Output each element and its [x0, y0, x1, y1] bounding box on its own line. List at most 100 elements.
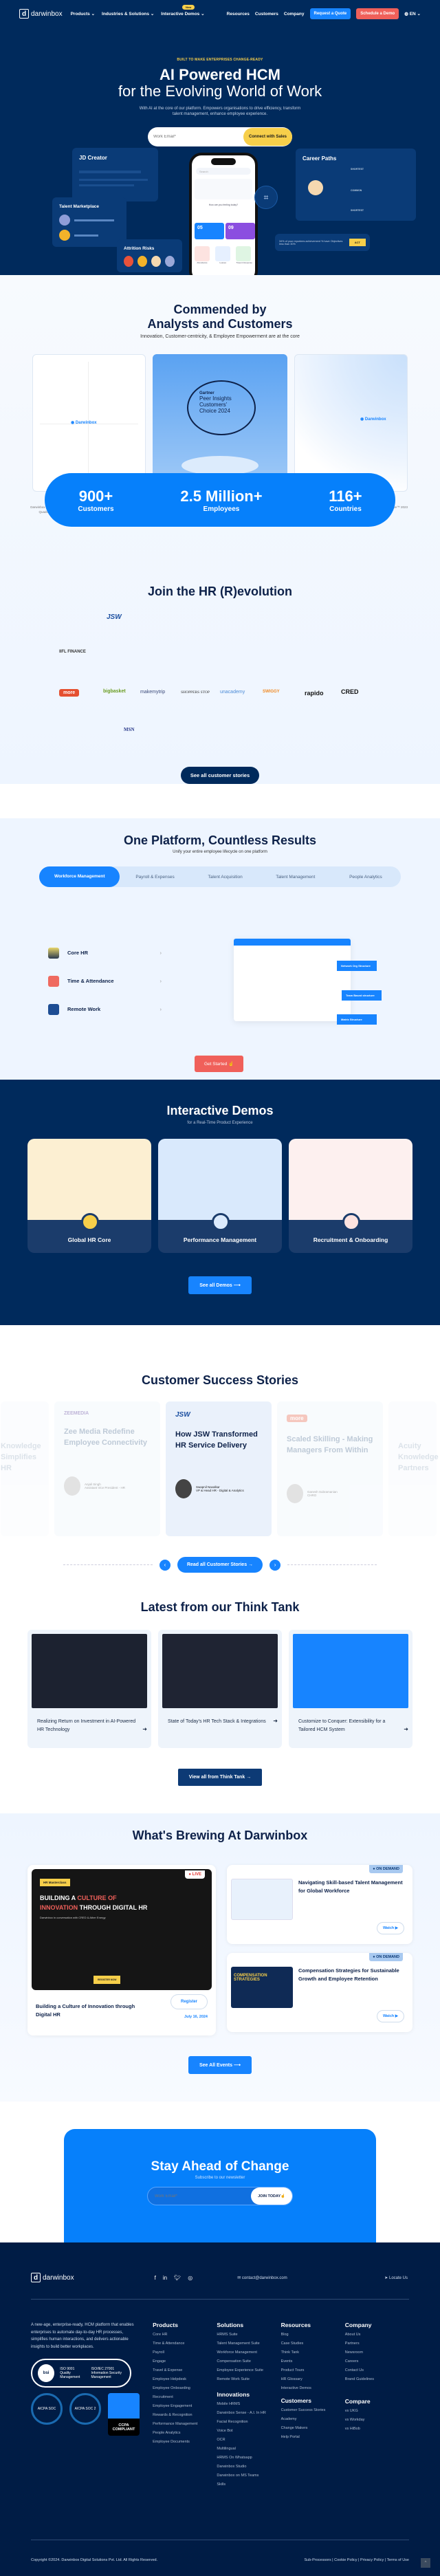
nav-customers[interactable]: Customers: [255, 12, 278, 17]
footer-link[interactable]: About Us: [345, 2333, 409, 2337]
footer-link[interactable]: Travel & Expense: [153, 2368, 217, 2372]
list-item-core-hr[interactable]: Core HR ›: [48, 939, 162, 967]
twitter-icon[interactable]: 🐦︎: [174, 2275, 181, 2281]
story-card-partial[interactable]: Knowledge Simplifies HR: [1, 1401, 49, 1536]
footer-link[interactable]: HR Glossary: [281, 2377, 345, 2381]
demo-card-recruitment-onboarding[interactable]: Recruitment & Onboarding: [289, 1139, 412, 1253]
story-card[interactable]: more Scaled Skilling - Making Managers F…: [277, 1401, 383, 1536]
footer-link[interactable]: Remote Work Suite: [217, 2377, 280, 2381]
nav-industries[interactable]: Industries & Solutions ⌄: [102, 11, 154, 17]
linkedin-icon[interactable]: in: [163, 2275, 167, 2281]
footer-link[interactable]: Customer Success Stories: [281, 2408, 345, 2412]
footer-link[interactable]: Product Tours: [281, 2368, 345, 2372]
footer-link[interactable]: Multilingual: [217, 2447, 280, 2451]
event-card-on-demand[interactable]: ● ON DEMAND COMPENSATION STRATEGIES Comp…: [227, 1953, 412, 2032]
footer-link[interactable]: Brand Guidelines: [345, 2377, 409, 2381]
footer-link[interactable]: Skills: [217, 2482, 280, 2487]
nav-company[interactable]: Company: [284, 12, 305, 17]
footer-link[interactable]: Employee Documents: [153, 2440, 217, 2444]
footer-link[interactable]: Employee Experience Suite: [217, 2368, 280, 2372]
scroll-to-top-button[interactable]: ^: [421, 2558, 430, 2568]
think-card[interactable]: State of Today's HR Tech Stack & Integra…: [158, 1630, 282, 1748]
think-card[interactable]: Realizing Return on Investment in AI-Pow…: [28, 1630, 151, 1748]
tab-workforce-management[interactable]: Workforce Management: [39, 866, 120, 887]
work-email-input[interactable]: [153, 134, 243, 139]
darwinbox-logo[interactable]: d darwinbox: [19, 9, 63, 19]
connect-sales-button[interactable]: Connect with Sales: [243, 127, 292, 146]
story-card-partial[interactable]: Acuity Knowledge Partners: [388, 1401, 439, 1536]
footer-logo[interactable]: d darwinbox: [31, 2273, 74, 2282]
footer-link[interactable]: Core HR: [153, 2333, 217, 2337]
carousel-prev-button[interactable]: ‹: [159, 1559, 170, 1571]
register-button[interactable]: Register: [170, 1994, 208, 2009]
footer-link[interactable]: Performance Management: [153, 2422, 217, 2426]
see-all-events-button[interactable]: See All Events ⟶: [188, 2056, 252, 2074]
see-customer-stories-button[interactable]: See all customer stories: [180, 767, 260, 784]
footer-link[interactable]: Case Studies: [281, 2342, 345, 2346]
footer-link[interactable]: Compensation Suite: [217, 2359, 280, 2364]
story-card[interactable]: ZEEMEDIA Zee Media Redefine Employee Con…: [54, 1401, 160, 1536]
tab-payroll-expenses[interactable]: Payroll & Expenses: [120, 875, 190, 880]
get-started-button[interactable]: Get Started ☝: [195, 1056, 244, 1072]
footer-link[interactable]: Recruitment: [153, 2395, 217, 2399]
footer-link[interactable]: HRMS On Whatsapp: [217, 2456, 280, 2460]
tab-talent-acquisition[interactable]: Talent Acquisition: [190, 875, 261, 880]
footer-link[interactable]: vs UKG: [345, 2409, 409, 2413]
terms-of-use-link[interactable]: Terms of Use: [387, 2558, 409, 2562]
instagram-icon[interactable]: ◎: [188, 2275, 192, 2281]
footer-link[interactable]: Darwinbox Studio: [217, 2465, 280, 2469]
demo-card-performance-management[interactable]: Performance Management: [158, 1139, 282, 1253]
footer-link[interactable]: Events: [281, 2359, 345, 2364]
footer-link[interactable]: Darwinbox on MS Teams: [217, 2474, 280, 2478]
footer-link[interactable]: Newsroom: [345, 2350, 409, 2355]
footer-link[interactable]: Darwinbox Sense - A.I. In HR: [217, 2411, 280, 2415]
footer-link[interactable]: vs HiBob: [345, 2427, 409, 2431]
watch-button[interactable]: Watch ▶: [376, 2010, 404, 2022]
demo-card-global-hr-core[interactable]: Global HR Core: [28, 1139, 151, 1253]
view-think-tank-button[interactable]: View all from Think Tank →: [177, 1769, 263, 1786]
footer-link[interactable]: Facial Recognition: [217, 2420, 280, 2424]
cookie-policy-link[interactable]: Cookie Policy: [334, 2558, 357, 2562]
list-item-remote-work[interactable]: Remote Work ›: [48, 995, 162, 1023]
privacy-policy-link[interactable]: Privacy Policy: [360, 2558, 384, 2562]
footer-link[interactable]: Engage: [153, 2359, 217, 2364]
gartner-magic-quadrant-card[interactable]: ◉ Darwinbox Gartner: [32, 354, 146, 492]
footer-link[interactable]: Contact Us: [345, 2368, 409, 2372]
footer-link[interactable]: Talent Management Suite: [217, 2342, 280, 2346]
footer-link[interactable]: People Analytics: [153, 2431, 217, 2435]
list-item-time-attendance[interactable]: Time & Attendance ›: [48, 967, 162, 995]
tab-talent-management[interactable]: Talent Management: [261, 875, 331, 880]
footer-link[interactable]: Workforce Management: [217, 2350, 280, 2355]
watch-button[interactable]: Watch ▶: [376, 1922, 404, 1934]
nav-interactive-demos[interactable]: Interactive Demos ⌄: [161, 11, 204, 17]
event-card-on-demand[interactable]: ● ON DEMAND Navigating Skill-based Talen…: [227, 1865, 412, 1944]
contact-email-link[interactable]: ✉ contact@darwinbox.com: [237, 2275, 287, 2280]
footer-link[interactable]: Payroll: [153, 2350, 217, 2355]
footer-link[interactable]: OCR: [217, 2438, 280, 2442]
footer-link[interactable]: Interactive Demos: [281, 2386, 345, 2390]
footer-link[interactable]: Change Makers: [281, 2426, 345, 2430]
footer-link[interactable]: Think Tank: [281, 2350, 345, 2355]
footer-link[interactable]: Academy: [281, 2417, 345, 2421]
footer-link[interactable]: Partners: [345, 2342, 409, 2346]
footer-link[interactable]: Mobile HRMS: [217, 2402, 280, 2406]
sub-processors-link[interactable]: Sub-Processors: [305, 2558, 331, 2562]
language-selector[interactable]: ◍ EN ⌄: [404, 11, 421, 17]
nav-resources[interactable]: Resources: [227, 12, 250, 17]
think-card[interactable]: Customize to Conquer: Extensibility for …: [289, 1630, 412, 1748]
footer-link[interactable]: Employee Onboarding: [153, 2386, 217, 2390]
see-all-demos-button[interactable]: See all Demos ⟶: [188, 1276, 252, 1294]
newsletter-email-input[interactable]: [155, 2194, 252, 2198]
forrester-wave-card[interactable]: ◉ Darwinbox FORRESTER: [294, 354, 408, 492]
footer-link[interactable]: Time & Attendance: [153, 2342, 217, 2346]
footer-link[interactable]: HRMS Suite: [217, 2333, 280, 2337]
nav-products[interactable]: Products ⌄: [71, 11, 95, 17]
footer-link[interactable]: Help Portal: [281, 2435, 345, 2439]
event-card-main[interactable]: HR Masterclass ● LIVE BUILDING A CULTURE…: [28, 1865, 216, 2035]
story-card-active[interactable]: JSW How JSW Transformed HR Service Deliv…: [166, 1401, 272, 1536]
footer-link[interactable]: Employee Helpdesk: [153, 2377, 217, 2381]
footer-link[interactable]: Blog: [281, 2333, 345, 2337]
footer-link[interactable]: vs Workday: [345, 2418, 409, 2422]
carousel-next-button[interactable]: ›: [270, 1559, 281, 1571]
footer-link[interactable]: Rewards & Recognition: [153, 2413, 217, 2417]
